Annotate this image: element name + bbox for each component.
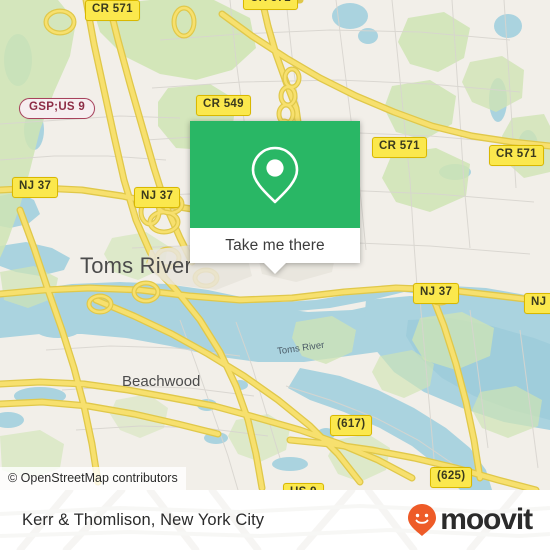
popup-footer[interactable]: Take me there (190, 228, 360, 274)
highway-shield-cr-571-top[interactable]: CR 571 (85, 0, 140, 21)
osm-attribution[interactable]: © OpenStreetMap contributors (0, 467, 186, 490)
take-me-there-label: Take me there (225, 236, 325, 254)
popup-header (190, 121, 360, 228)
highway-shield-625[interactable]: (625) (430, 467, 473, 488)
highway-shield-cr-571-topmid[interactable]: CR 571 (243, 0, 298, 10)
popup-tail-pointer (264, 263, 286, 274)
moovit-wordmark: moovit (440, 503, 533, 536)
highway-shield-nj-37-left[interactable]: NJ 37 (12, 177, 59, 198)
moovit-brand[interactable]: moovit (407, 503, 533, 537)
highway-shield-cr-571-far-right[interactable]: CR 571 (489, 145, 544, 166)
highway-shield-cr-549[interactable]: CR 549 (196, 95, 251, 116)
bottom-info-bar: Kerr & Thomlison, New York City moovit (0, 490, 550, 550)
highway-shield-617[interactable]: (617) (330, 415, 373, 436)
moovit-smiley-pin-icon (408, 504, 437, 536)
highway-shield-gsp-us9[interactable]: GSP;US 9 (19, 98, 96, 119)
highway-shield-nj-37-mid[interactable]: NJ 37 (134, 187, 181, 208)
moovit-map-screenshot: Toms River Beachwood Toms River CR 571 C… (0, 0, 550, 550)
highway-shield-cr-571-right[interactable]: CR 571 (372, 137, 427, 158)
highway-shield-us-9-bottom[interactable]: US 9 (283, 483, 324, 490)
location-popup[interactable]: Take me there (190, 121, 360, 274)
place-title: Kerr & Thomlison, New York City (22, 510, 265, 529)
highway-shield-nj-37-lower[interactable]: NJ 37 (413, 283, 460, 304)
map-pin-icon (251, 146, 299, 203)
highway-shield-nj-37-edge[interactable]: NJ 37 (524, 293, 550, 314)
